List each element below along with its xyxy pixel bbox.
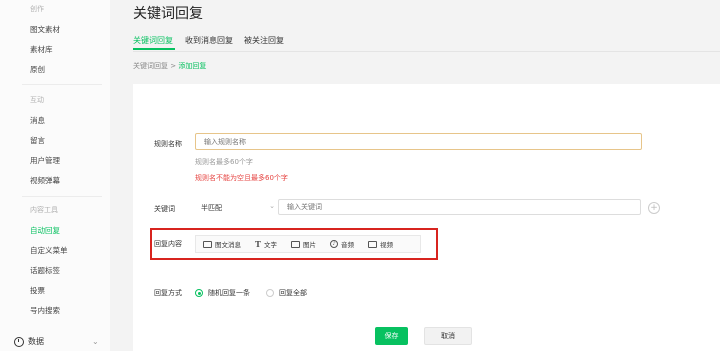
sidebar-item-data[interactable]: 数据 ⌄ bbox=[14, 336, 99, 347]
match-mode-value: 半匹配 bbox=[201, 203, 222, 212]
rule-name-label: 规则名称 bbox=[154, 140, 182, 148]
sidebar-item-graphic-material[interactable]: 图文素材 bbox=[30, 24, 60, 35]
video-icon bbox=[367, 240, 377, 248]
sidebar-item-custom-menu[interactable]: 自定义菜单 bbox=[30, 245, 68, 256]
rule-name-input[interactable] bbox=[195, 133, 642, 150]
chevron-down-icon: ⌄ bbox=[92, 337, 99, 346]
sidebar-item-account-search[interactable]: 号内搜索 bbox=[30, 305, 60, 316]
sidebar-group-content-tools: 内容工具 bbox=[30, 206, 58, 214]
match-mode-select[interactable]: 半匹配 ⌄ bbox=[201, 201, 277, 214]
data-clock-icon bbox=[14, 336, 24, 347]
reply-type-label: 图片 bbox=[302, 241, 316, 249]
breadcrumb-parent[interactable]: 关键词回复 bbox=[133, 62, 168, 70]
reply-type-toolbar: 图文消息 T 文字 图片 ♪ 音频 视频 bbox=[195, 235, 421, 253]
audio-icon: ♪ bbox=[329, 240, 338, 248]
radio-selected-icon bbox=[195, 289, 203, 297]
sidebar-item-material-library[interactable]: 素材库 bbox=[30, 44, 53, 55]
plus-circle-icon[interactable]: + bbox=[648, 202, 660, 214]
sidebar-item-original[interactable]: 原创 bbox=[30, 64, 45, 75]
reply-type-audio[interactable]: ♪ 音频 bbox=[323, 239, 361, 249]
image-text-icon bbox=[203, 240, 212, 248]
rule-name-hint: 规则名最多60个字 bbox=[195, 158, 253, 166]
header-divider bbox=[133, 51, 720, 52]
tab-follow-reply[interactable]: 被关注回复 bbox=[244, 35, 284, 46]
reply-type-image-text[interactable]: 图文消息 bbox=[196, 239, 248, 249]
chevron-down-icon: ⌄ bbox=[269, 202, 275, 210]
keyword-input[interactable] bbox=[278, 199, 641, 215]
active-tab-indicator bbox=[133, 48, 175, 50]
reply-type-label: 音频 bbox=[340, 241, 354, 249]
sidebar-divider bbox=[22, 196, 102, 197]
breadcrumb-separator: > bbox=[170, 62, 177, 70]
keyword-label: 关键词 bbox=[154, 205, 175, 213]
reply-type-label: 图文消息 bbox=[215, 241, 241, 249]
rule-name-error: 规则名不能为空且最多60个字 bbox=[195, 174, 288, 182]
sidebar-group-interact: 互动 bbox=[30, 96, 44, 104]
breadcrumb-current: 添加回复 bbox=[178, 62, 207, 70]
sidebar-item-messages[interactable]: 消息 bbox=[30, 115, 45, 126]
reply-mode-all-radio[interactable]: 回复全部 bbox=[266, 288, 307, 298]
cancel-button[interactable]: 取消 bbox=[424, 327, 472, 345]
sidebar-item-data-label: 数据 bbox=[28, 337, 44, 346]
page-title: 关键词回复 bbox=[133, 6, 203, 22]
sidebar: 创作 图文素材 素材库 原创 互动 消息 留言 用户管理 视频弹幕 内容工具 自… bbox=[0, 0, 110, 351]
reply-type-video[interactable]: 视频 bbox=[361, 239, 400, 249]
sidebar-divider bbox=[22, 84, 102, 85]
reply-mode-label: 回复方式 bbox=[154, 289, 182, 297]
sidebar-item-topic-tags[interactable]: 话题标签 bbox=[30, 265, 60, 276]
sidebar-item-auto-reply[interactable]: 自动回复 bbox=[30, 225, 60, 236]
sidebar-group-create: 创作 bbox=[30, 5, 44, 13]
reply-type-text[interactable]: T 文字 bbox=[248, 239, 284, 249]
tab-message-reply[interactable]: 收到消息回复 bbox=[185, 35, 233, 46]
sidebar-item-comments[interactable]: 留言 bbox=[30, 135, 45, 146]
reply-type-label: 文字 bbox=[263, 241, 277, 249]
reply-type-image[interactable]: 图片 bbox=[284, 239, 323, 249]
reply-type-label: 视频 bbox=[379, 241, 393, 249]
radio-label: 回复全部 bbox=[279, 289, 307, 297]
image-icon bbox=[290, 240, 300, 248]
reply-mode-random-radio[interactable]: 随机回复一条 bbox=[195, 288, 250, 298]
form-card bbox=[133, 84, 720, 351]
reply-content-label: 回复内容 bbox=[154, 240, 182, 248]
breadcrumb: 关键词回复 > 添加回复 bbox=[133, 61, 206, 71]
radio-label: 随机回复一条 bbox=[208, 289, 250, 297]
text-icon: T bbox=[255, 239, 261, 249]
sidebar-item-vote[interactable]: 投票 bbox=[30, 285, 45, 296]
save-button[interactable]: 保存 bbox=[375, 327, 408, 345]
radio-unselected-icon bbox=[266, 289, 274, 297]
sidebar-item-video-danmaku[interactable]: 视频弹幕 bbox=[30, 175, 60, 186]
tab-keyword-reply[interactable]: 关键词回复 bbox=[133, 35, 173, 46]
sidebar-item-user-management[interactable]: 用户管理 bbox=[30, 155, 60, 166]
